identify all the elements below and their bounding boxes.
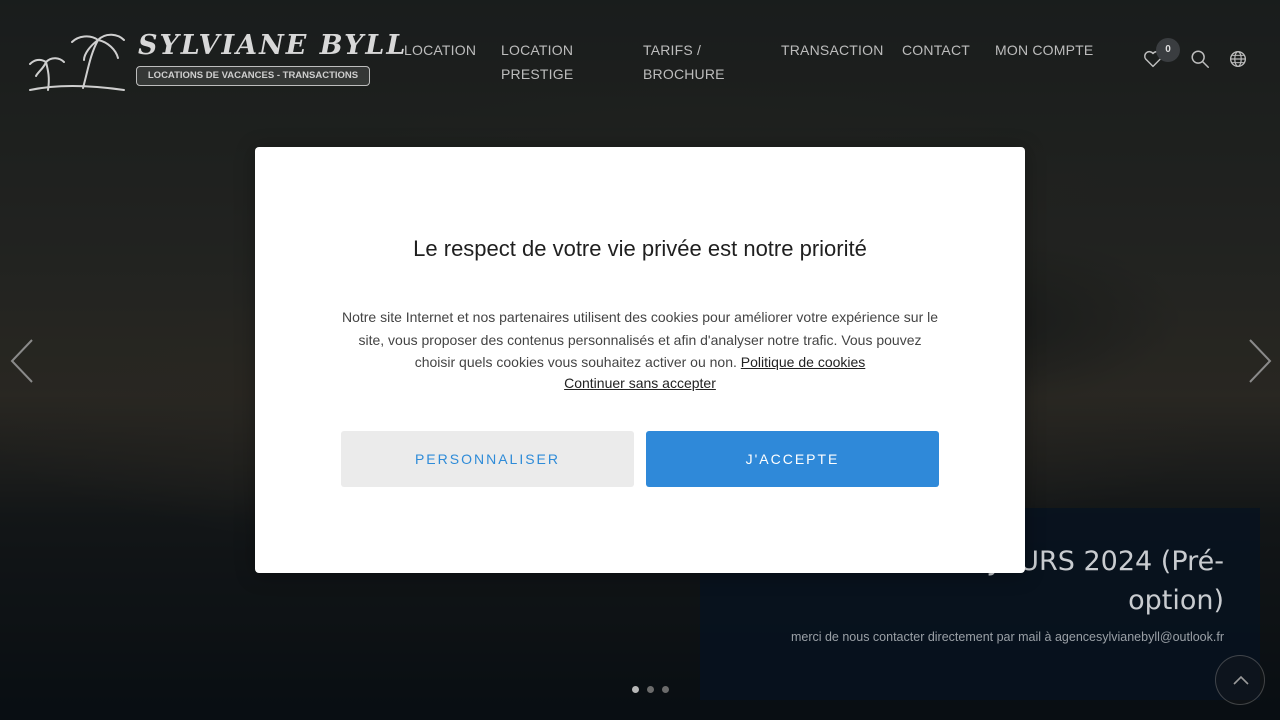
- chevron-up-icon: [1233, 675, 1249, 685]
- nav-location[interactable]: LOCATION: [404, 38, 476, 62]
- logo-title: SYLVIANE BYLL: [138, 30, 408, 61]
- continue-without-accepting-link[interactable]: Continuer sans accepter: [255, 375, 1025, 391]
- nav-tarifs-label-2: BROCHURE: [643, 66, 725, 82]
- search-icon[interactable]: [1189, 48, 1211, 70]
- slider-dot[interactable]: [632, 686, 639, 693]
- cookie-consent-modal: Le respect de votre vie privée est notre…: [255, 147, 1025, 573]
- hero-caption-subtitle: merci de nous contacter directement par …: [790, 630, 1224, 644]
- nav-location-prestige-label-1: LOCATION: [501, 42, 574, 58]
- nav-mon-compte[interactable]: MON COMPTE: [995, 38, 1093, 62]
- nav-location-prestige[interactable]: LOCATION PRESTIGE: [501, 38, 573, 86]
- nav-transaction-label: TRANSACTION: [781, 42, 884, 58]
- palm-tree-icon: [29, 33, 125, 91]
- site-header: SYLVIANE BYLL LOCATIONS DE VACANCES - TR…: [0, 0, 1280, 110]
- nav-tarifs-brochure[interactable]: TARIFS / BROCHURE: [643, 38, 725, 86]
- nav-location-label: LOCATION: [404, 42, 477, 58]
- slider-dot[interactable]: [662, 686, 669, 693]
- cookie-policy-link[interactable]: Politique de cookies: [741, 354, 866, 370]
- nav-contact-label: CONTACT: [902, 42, 971, 58]
- cookie-modal-body: Notre site Internet et nos partenaires u…: [341, 306, 939, 374]
- nav-tarifs-label-1: TARIFS /: [643, 42, 702, 58]
- nav-mon-compte-label: MON COMPTE: [995, 42, 1094, 58]
- site-logo[interactable]: SYLVIANE BYLL LOCATIONS DE VACANCES - TR…: [28, 30, 405, 92]
- slider-prev-arrow-icon[interactable]: [8, 338, 38, 384]
- cookie-modal-title: Le respect de votre vie privée est notre…: [413, 236, 867, 261]
- customize-button[interactable]: PERSONNALISER: [341, 431, 634, 487]
- nav-location-prestige-label-2: PRESTIGE: [501, 66, 574, 82]
- slider-next-arrow-icon[interactable]: [1244, 338, 1274, 384]
- slider-dots: [632, 686, 669, 693]
- accept-button[interactable]: J'ACCEPTE: [646, 431, 939, 487]
- logo-tagline: LOCATIONS DE VACANCES - TRANSACTIONS: [136, 66, 370, 86]
- scroll-to-top-button[interactable]: [1215, 655, 1265, 705]
- globe-icon[interactable]: [1227, 48, 1249, 70]
- nav-transaction[interactable]: TRANSACTION: [781, 38, 884, 62]
- slider-dot[interactable]: [647, 686, 654, 693]
- favorites-count-badge: 0: [1156, 38, 1180, 62]
- nav-contact[interactable]: CONTACT: [902, 38, 970, 62]
